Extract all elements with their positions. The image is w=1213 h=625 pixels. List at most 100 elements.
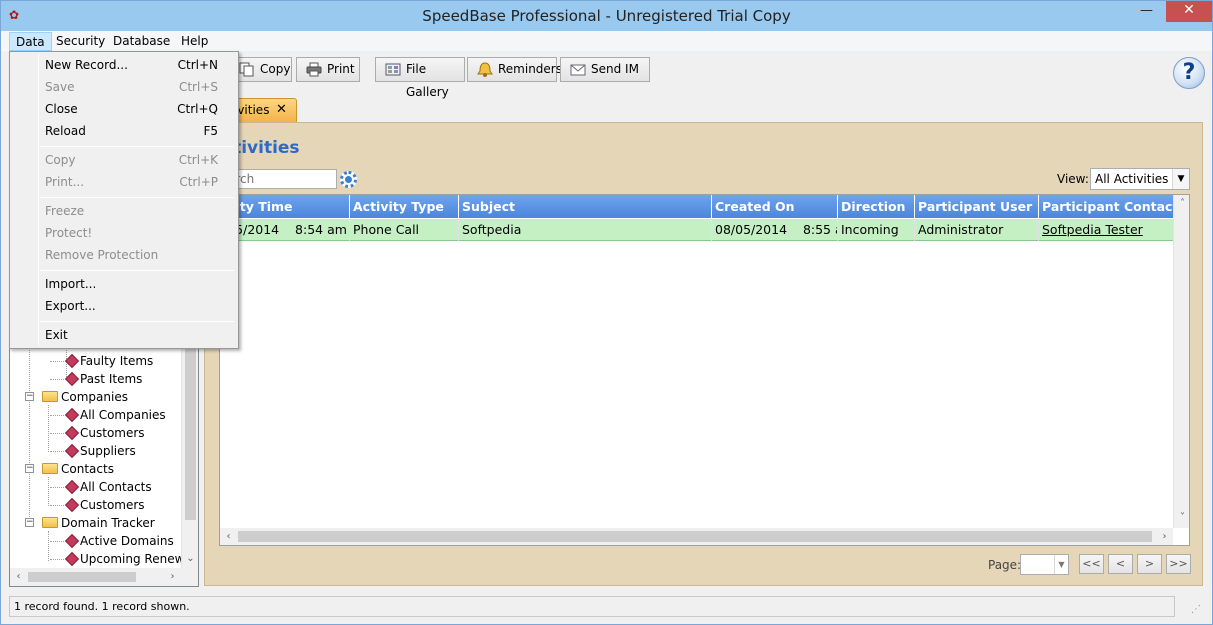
tree-line [50,379,64,380]
first-page-button[interactable]: << [1079,554,1104,574]
column-header-created-on[interactable]: Created On [712,195,838,218]
menu-item-reload[interactable]: Reload F5 [12,120,236,142]
file-gallery-button[interactable]: File Gallery [375,57,465,99]
menu-item-close[interactable]: Close Ctrl+Q [12,98,236,120]
window-title: SpeedBase Professional - Unregistered Tr… [422,7,791,25]
tree-item-upcoming-renew[interactable]: Upcoming Renew [80,550,182,568]
scroll-down-icon[interactable]: ˅ [1174,509,1189,526]
list-item-icon [64,533,80,549]
tree-folder-domain-tracker[interactable]: Domain Tracker [61,514,155,532]
close-window-button[interactable]: ✕ [1166,1,1212,22]
menu-item-protect[interactable]: Protect! [12,222,236,244]
menu-item-label: Reload [45,124,86,138]
minimize-button[interactable]: — [1133,1,1160,22]
menu-help[interactable]: Help [175,32,214,51]
close-tab-icon[interactable]: ✕ [276,99,287,121]
previous-page-button[interactable]: < [1108,554,1133,574]
menu-security[interactable]: Security [50,32,111,51]
page-select[interactable]: ▼ [1020,554,1069,575]
tree-hscroll-thumb[interactable] [28,572,136,582]
menu-data[interactable]: Data [9,32,52,51]
copy-button-label: Copy [260,62,291,76]
tree-line [50,415,64,416]
menu-item-exit[interactable]: Exit [12,324,236,346]
grid-horizontal-scrollbar[interactable]: ‹ › [220,528,1173,545]
scroll-left-icon[interactable]: ‹ [220,528,237,545]
tree-item-customers-companies[interactable]: Customers [80,424,145,442]
tree-line [50,505,64,506]
tree-line [66,350,67,379]
cell-participant-contact-link[interactable]: Softpedia Tester [1039,219,1175,241]
last-page-button[interactable]: >> [1166,554,1191,574]
view-select[interactable]: All Activities ▼ [1090,168,1190,190]
reminders-label: Reminders [498,62,562,76]
column-header-activity-type[interactable]: Activity Type [350,195,459,218]
tree-scroll-thumb[interactable] [185,348,196,520]
file-gallery-label: File Gallery [406,62,449,99]
tree-line [50,487,64,488]
table-row[interactable]: /05/2014 8:54 am Phone Call Softpedia 08… [220,219,1175,241]
menu-item-remove-protection[interactable]: Remove Protection [12,244,236,266]
column-header-direction[interactable]: Direction [838,195,915,218]
scroll-left-icon[interactable]: ‹ [10,568,27,585]
reminders-button[interactable]: Reminders [467,57,562,82]
menu-item-import[interactable]: Import... [12,273,236,295]
menu-separator [40,270,234,271]
menu-item-new-record[interactable]: New Record... Ctrl+N [12,54,236,76]
tree-line [50,559,64,560]
chevron-down-icon[interactable]: ▼ [1054,555,1068,574]
tree-folder-contacts[interactable]: Contacts [61,460,114,478]
tree-item-active-domains[interactable]: Active Domains [80,532,174,550]
menu-item-label: Protect! [45,226,93,240]
print-button-label: Print [327,62,355,76]
menu-separator [40,197,234,198]
column-header-participant-contact[interactable]: Participant Contact [1039,195,1175,218]
send-im-button[interactable]: Send IM [560,57,650,82]
menu-database[interactable]: Database [107,32,176,51]
menu-item-save[interactable]: Save Ctrl+S [12,76,236,98]
tree-item-all-contacts[interactable]: All Contacts [80,478,152,496]
menu-item-label: New Record... [45,58,128,72]
tree-item-faulty-items[interactable]: Faulty Items [80,352,153,370]
collapse-companies-icon[interactable]: − [25,392,34,401]
grid-vertical-scrollbar[interactable]: ˄ ˅ [1173,195,1189,528]
scroll-right-icon[interactable]: › [1156,528,1173,545]
grid-hscroll-thumb[interactable] [238,531,1152,542]
scroll-up-icon[interactable]: ˄ [1174,195,1189,212]
collapse-contacts-icon[interactable]: − [25,464,34,473]
menu-item-freeze[interactable]: Freeze [12,200,236,222]
next-page-button[interactable]: > [1137,554,1162,574]
help-icon[interactable]: ? [1173,57,1205,89]
pager-label: Page: [988,558,1022,572]
tree-item-suppliers[interactable]: Suppliers [80,442,136,460]
menu-item-copy[interactable]: Copy Ctrl+K [12,149,236,171]
menu-item-label: Print... [45,175,85,189]
column-header-participant-user[interactable]: Participant User [915,195,1039,218]
tree-item-past-items[interactable]: Past Items [80,370,142,388]
resize-grip-icon[interactable]: ⋰ [1191,604,1201,615]
menu-item-print[interactable]: Print... Ctrl+P [12,171,236,193]
menu-item-export[interactable]: Export... [12,295,236,317]
tree-horizontal-scrollbar[interactable]: ‹ › [10,568,198,586]
app-window: ✿ SpeedBase Professional - Unregistered … [0,0,1213,625]
view-label: View: [1057,172,1089,186]
tree-item-customers-contacts[interactable]: Customers [80,496,145,514]
column-header-activity-time[interactable]: ivity Time [220,195,350,218]
menu-separator [40,321,234,322]
column-header-subject[interactable]: Subject [459,195,712,218]
tree-line [48,477,49,506]
scroll-right-icon[interactable]: › [164,568,181,585]
tree-line [50,541,64,542]
open-folder-icon [42,517,58,528]
search-options-gear-icon[interactable] [340,171,357,188]
print-button[interactable]: Print [296,57,360,82]
scroll-down-icon[interactable]: ⌄ [182,550,199,567]
collapse-domain-tracker-icon[interactable]: − [25,518,34,527]
list-item-icon [64,371,80,387]
tree-folder-companies[interactable]: Companies [61,388,128,406]
folder-icon [42,391,58,402]
tree-item-all-companies[interactable]: All Companies [80,406,166,424]
status-bar: 1 record found. 1 record shown. [9,596,1175,617]
chevron-down-icon[interactable]: ▼ [1172,169,1189,189]
cell-direction: Incoming [838,219,915,241]
